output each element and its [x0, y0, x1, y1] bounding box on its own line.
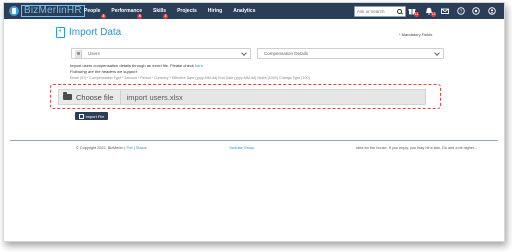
import-file-label: Import File	[85, 113, 105, 119]
settings-icon[interactable]	[472, 7, 480, 15]
supported-headers-list: Email (ID) * Compensation Type * Amount …	[70, 76, 310, 80]
nav-label: Projects	[177, 8, 197, 14]
chevron-down-icon	[434, 49, 440, 56]
info-text: Import users compensation details throug…	[70, 63, 195, 68]
main-nav: People 8 Performance 6 Skills 2 Projects…	[84, 3, 266, 19]
mail-icon[interactable]	[441, 7, 449, 15]
nav-performance[interactable]: Performance 6	[111, 8, 143, 19]
nav-hiring[interactable]: Hiring	[208, 8, 222, 14]
footer-link-poll[interactable]: Poll	[126, 146, 132, 150]
entity-select[interactable]: Users	[71, 48, 251, 59]
selected-file-name: import users.xlsx	[126, 92, 183, 102]
page-header: Import Data	[56, 27, 121, 38]
nav-projects[interactable]: Projects	[177, 8, 197, 14]
help-icon[interactable]: ?	[457, 7, 465, 15]
help-link[interactable]: here.	[195, 63, 204, 68]
footer-youtube-link[interactable]: Youtube Group	[229, 146, 254, 150]
footer-divider	[10, 140, 498, 141]
notification-badge: 13	[431, 12, 436, 17]
logo-text: BizMerlinHR	[21, 5, 85, 17]
search-input[interactable]	[355, 8, 397, 15]
footer-right-text: Idea for the house. If you enjoy, you ma…	[356, 146, 478, 150]
nav-label: Hiring	[207, 8, 223, 14]
import-file-button[interactable]: Import File	[75, 112, 109, 120]
import-type-select[interactable]: Compensation Details	[257, 48, 444, 59]
nav-badge: 6	[137, 14, 143, 19]
nav-people[interactable]: People 8	[84, 8, 106, 19]
import-type-select-value: Compensation Details	[264, 51, 309, 56]
folder-open-icon	[63, 92, 72, 100]
top-navbar: BizMerlinHR People 8 Performance 6 Skill…	[4, 3, 504, 19]
page-title: Import Data	[69, 27, 122, 38]
nav-label: People	[84, 8, 101, 14]
mandatory-fields-note: * Mandatory Fields	[399, 32, 433, 37]
import-info-text: Import users compensation details throug…	[70, 63, 204, 68]
chevron-down-icon	[241, 49, 247, 56]
copyright-text: © Copyright 2022, BizMerlin	[76, 146, 124, 150]
upload-icon	[79, 113, 84, 119]
app-window: BizMerlinHR People 8 Performance 6 Skill…	[3, 2, 505, 242]
footer-link-status[interactable]: Status	[136, 146, 147, 150]
logo[interactable]: BizMerlinHR	[9, 5, 85, 17]
search-box	[354, 6, 406, 17]
nav-badge: 8	[101, 14, 106, 19]
bell-icon[interactable]: 13	[425, 7, 436, 17]
nav-badge: 2	[162, 14, 168, 19]
user-icon	[75, 49, 82, 58]
choose-file-button[interactable]: Choose file	[59, 90, 121, 104]
search-icon[interactable]	[397, 8, 403, 15]
nav-label: Performance	[111, 8, 142, 14]
svg-text:?: ?	[460, 9, 463, 14]
footer-copyright: © Copyright 2022, BizMerlin | Poll | Sta…	[76, 146, 147, 150]
user-menu-icon[interactable]	[488, 7, 496, 15]
nav-label: Analytics	[233, 8, 256, 14]
notification-badge: 11	[414, 12, 419, 17]
import-document-icon	[56, 27, 65, 38]
nav-analytics[interactable]: Analytics	[233, 8, 255, 14]
choose-file-label: Choose file	[76, 92, 114, 102]
headers-intro: Following are the headers we support:	[70, 69, 138, 74]
file-input[interactable]: Choose file import users.xlsx	[58, 89, 426, 105]
gift-icon[interactable]: 11	[408, 7, 419, 17]
logo-icon	[9, 6, 19, 16]
entity-select-value: Users	[88, 51, 100, 56]
nav-skills[interactable]: Skills 2	[153, 8, 168, 19]
